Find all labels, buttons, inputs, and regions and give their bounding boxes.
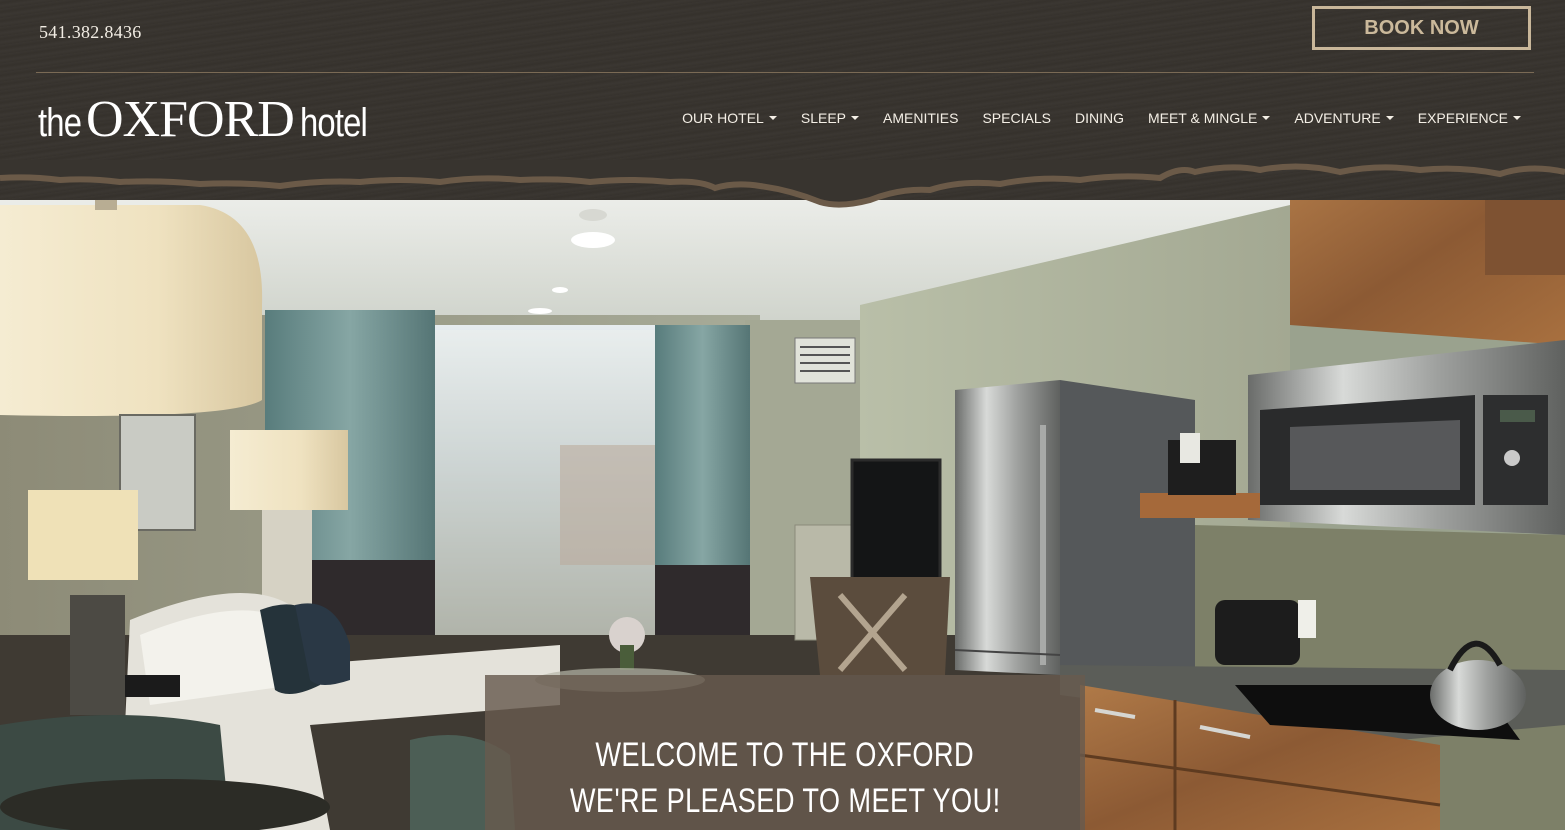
nav-meet-mingle[interactable]: MEET & MINGLE xyxy=(1147,110,1271,126)
nav-specials[interactable]: SPECIALS xyxy=(982,110,1050,126)
book-now-button[interactable]: BOOK NOW xyxy=(1312,6,1531,50)
caret-down-icon xyxy=(1385,116,1394,120)
nav-label: SPECIALS xyxy=(982,110,1051,126)
nav-our-hotel[interactable]: OUR HOTEL xyxy=(682,110,777,126)
nav-label: OUR HOTEL xyxy=(682,110,764,126)
welcome-line-1: WELCOME TO THE OXFORD xyxy=(595,736,975,774)
logo-oxford: OXFORD xyxy=(86,91,295,148)
nav-adventure[interactable]: ADVENTURE xyxy=(1294,110,1394,126)
nav-label: MEET & MINGLE xyxy=(1147,110,1258,126)
nav-label: ADVENTURE xyxy=(1294,110,1381,126)
torn-edge-divider xyxy=(0,160,1565,208)
nav-experience[interactable]: EXPERIENCE xyxy=(1418,110,1521,126)
caret-down-icon xyxy=(768,116,777,120)
nav-amenities[interactable]: AMENITIES xyxy=(883,110,958,126)
welcome-banner: WELCOME TO THE OXFORD WE'RE PLEASED TO M… xyxy=(485,675,1085,830)
logo-the: the xyxy=(38,101,82,145)
main-nav: OUR HOTEL SLEEP AMENITIES SPECIALS DININ… xyxy=(682,110,1521,126)
nav-label: EXPERIENCE xyxy=(1417,110,1508,126)
caret-down-icon xyxy=(1262,116,1271,120)
nav-sleep[interactable]: SLEEP xyxy=(801,110,859,126)
welcome-line-2: WE'RE PLEASED TO MEET YOU! xyxy=(569,782,1001,820)
caret-down-icon xyxy=(851,116,859,120)
header-divider xyxy=(36,72,1534,73)
logo-hotel: hotel xyxy=(299,101,368,145)
phone-number[interactable]: 541.382.8436 xyxy=(39,22,142,43)
caret-down-icon xyxy=(1513,116,1521,120)
nav-label: AMENITIES xyxy=(883,110,959,126)
nav-label: DINING xyxy=(1074,110,1124,126)
site-logo[interactable]: the OXFORD hotel xyxy=(38,91,368,148)
nav-label: SLEEP xyxy=(800,110,846,126)
nav-dining[interactable]: DINING xyxy=(1075,110,1124,126)
